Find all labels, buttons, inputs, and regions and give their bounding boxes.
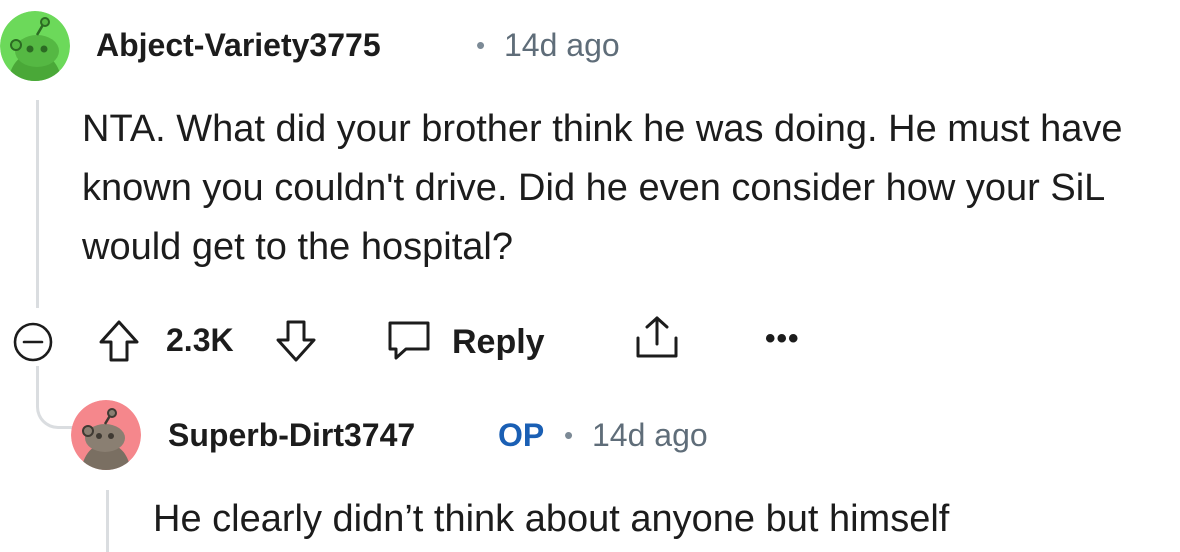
timestamp[interactable]: 14d ago [504,27,620,64]
speech-bubble-icon [384,317,434,368]
arrow-up-icon [97,318,141,369]
reply-separator-dot: • [564,420,574,450]
thread-branch [36,378,73,429]
collapse-button[interactable] [12,321,54,368]
downvote-button[interactable] [274,318,318,369]
comment-body: NTA. What did your brother think he was … [82,108,1123,268]
thread-line-top [36,100,39,308]
reply-label: Reply [452,323,545,361]
reply-avatar[interactable] [71,400,141,470]
reply-timestamp[interactable]: 14d ago [592,417,708,454]
minus-circle-icon [12,321,54,368]
arrow-down-icon [274,318,318,369]
reply-username[interactable]: Superb-Dirt3747 [168,417,415,454]
reply-thread-line [106,490,109,552]
share-icon [632,314,682,367]
reply-button[interactable]: Reply [384,317,545,368]
more-options-button[interactable]: ••• [765,322,800,356]
op-badge: OP [498,417,545,453]
reply-body: He clearly didn’t think about anyone but… [153,498,950,540]
avatar[interactable] [0,11,70,81]
separator-dot: • [476,30,486,60]
share-button[interactable] [632,314,682,367]
upvote-button[interactable] [97,318,141,369]
username[interactable]: Abject-Variety3775 [96,27,381,64]
vote-count: 2.3K [166,322,234,358]
